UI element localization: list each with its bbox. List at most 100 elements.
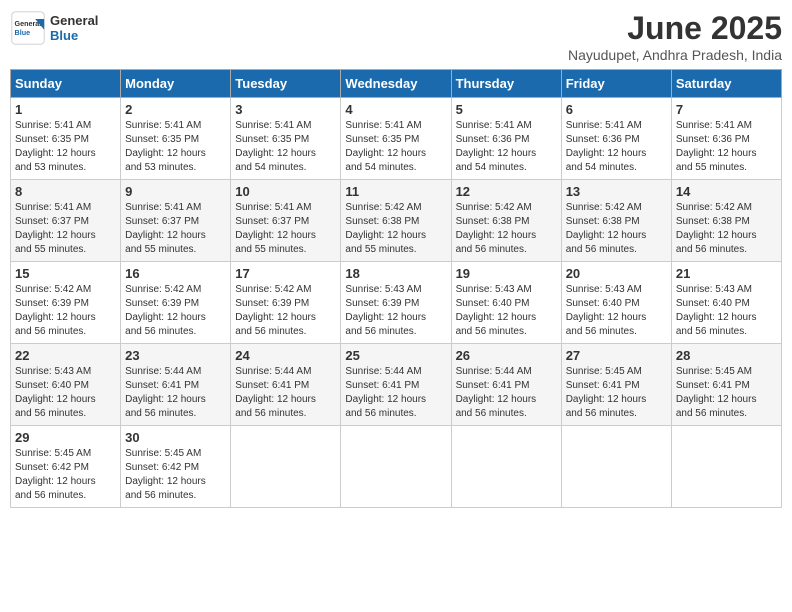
sub-title: Nayudupet, Andhra Pradesh, India [568,47,782,63]
day-number: 2 [125,102,226,117]
day-number: 21 [676,266,777,281]
day-number: 1 [15,102,116,117]
day-info: Sunrise: 5:43 AM Sunset: 6:40 PM Dayligh… [676,283,777,339]
logo-icon: General Blue [10,10,46,46]
calendar-cell: 8 Sunrise: 5:41 AM Sunset: 6:37 PM Daylig… [11,180,121,262]
day-info: Sunrise: 5:42 AM Sunset: 6:38 PM Dayligh… [676,201,777,257]
calendar-cell: 11 Sunrise: 5:42 AM Sunset: 6:38 PM Dayli… [341,180,451,262]
calendar-cell: 1 Sunrise: 5:41 AM Sunset: 6:35 PM Daylig… [11,98,121,180]
day-number: 14 [676,184,777,199]
day-header: Wednesday [341,70,451,98]
calendar-cell: 26 Sunrise: 5:44 AM Sunset: 6:41 PM Dayli… [451,344,561,426]
calendar-cell: 24Sunrise: 5:44 AM Sunset: 6:41 PM Dayli… [231,344,341,426]
calendar-cell: 18 Sunrise: 5:43 AM Sunset: 6:39 PM Dayli… [341,262,451,344]
day-number: 20 [566,266,667,281]
title-block: June 2025 Nayudupet, Andhra Pradesh, Ind… [568,10,782,63]
day-number: 29 [15,430,116,445]
day-header: Saturday [671,70,781,98]
calendar-cell: 30 Sunrise: 5:45 AM Sunset: 6:42 PM Dayli… [121,426,231,508]
day-header: Sunday [11,70,121,98]
day-header: Friday [561,70,671,98]
day-number: 17 [235,266,336,281]
day-number: 12 [456,184,557,199]
calendar-cell [671,426,781,508]
calendar-cell: 17 Sunrise: 5:42 AM Sunset: 6:39 PM Dayli… [231,262,341,344]
day-info: Sunrise: 5:45 AM Sunset: 6:42 PM Dayligh… [125,447,226,503]
calendar-cell [231,426,341,508]
day-number: 30 [125,430,226,445]
calendar-cell: 9 Sunrise: 5:41 AM Sunset: 6:37 PM Daylig… [121,180,231,262]
header: General Blue General Blue June 2025 Nayu… [10,10,782,63]
day-number: 4 [345,102,446,117]
day-info: Sunrise: 5:45 AM Sunset: 6:42 PM Dayligh… [15,447,116,503]
day-info: Sunrise: 5:43 AM Sunset: 6:40 PM Dayligh… [15,365,116,421]
day-info: Sunrise: 5:42 AM Sunset: 6:39 PM Dayligh… [15,283,116,339]
calendar-cell: 22 Sunrise: 5:43 AM Sunset: 6:40 PM Dayli… [11,344,121,426]
day-number: 3 [235,102,336,117]
day-info: Sunrise: 5:41 AM Sunset: 6:37 PM Dayligh… [125,201,226,257]
day-info: Sunrise: 5:44 AM Sunset: 6:41 PM Dayligh… [456,365,557,421]
day-info: Sunrise: 5:42 AM Sunset: 6:38 PM Dayligh… [456,201,557,257]
day-number: 9 [125,184,226,199]
calendar-cell: 5 Sunrise: 5:41 AM Sunset: 6:36 PM Daylig… [451,98,561,180]
day-info: Sunrise: 5:43 AM Sunset: 6:40 PM Dayligh… [456,283,557,339]
svg-text:Blue: Blue [15,28,31,37]
calendar-cell: 14 Sunrise: 5:42 AM Sunset: 6:38 PM Dayli… [671,180,781,262]
day-number: 13 [566,184,667,199]
day-info: Sunrise: 5:45 AM Sunset: 6:41 PM Dayligh… [566,365,667,421]
calendar-cell: 28 Sunrise: 5:45 AM Sunset: 6:41 PM Dayli… [671,344,781,426]
day-number: 22 [15,348,116,363]
calendar-cell: 20 Sunrise: 5:43 AM Sunset: 6:40 PM Dayli… [561,262,671,344]
day-number: 8 [15,184,116,199]
day-info: Sunrise: 5:41 AM Sunset: 6:37 PM Dayligh… [235,201,336,257]
day-info: Sunrise: 5:44 AM Sunset: 6:41 PM Dayligh… [125,365,226,421]
calendar-cell [561,426,671,508]
calendar-cell: 13 Sunrise: 5:42 AM Sunset: 6:38 PM Dayli… [561,180,671,262]
day-info: Sunrise: 5:41 AM Sunset: 6:36 PM Dayligh… [456,119,557,175]
day-number: 16 [125,266,226,281]
day-info: Sunrise: 5:41 AM Sunset: 6:35 PM Dayligh… [15,119,116,175]
day-info: Sunrise: 5:42 AM Sunset: 6:38 PM Dayligh… [566,201,667,257]
day-info: Sunrise: 5:41 AM Sunset: 6:36 PM Dayligh… [676,119,777,175]
main-title: June 2025 [568,10,782,47]
calendar-cell: 4Sunrise: 5:41 AM Sunset: 6:35 PM Daylig… [341,98,451,180]
day-info: Sunrise: 5:41 AM Sunset: 6:35 PM Dayligh… [235,119,336,175]
day-number: 18 [345,266,446,281]
day-info: Sunrise: 5:42 AM Sunset: 6:39 PM Dayligh… [125,283,226,339]
day-number: 19 [456,266,557,281]
day-info: Sunrise: 5:41 AM Sunset: 6:35 PM Dayligh… [125,119,226,175]
day-header: Thursday [451,70,561,98]
calendar-cell: 7Sunrise: 5:41 AM Sunset: 6:36 PM Daylig… [671,98,781,180]
day-info: Sunrise: 5:42 AM Sunset: 6:39 PM Dayligh… [235,283,336,339]
day-header: Tuesday [231,70,341,98]
day-number: 10 [235,184,336,199]
day-number: 28 [676,348,777,363]
calendar-cell: 16 Sunrise: 5:42 AM Sunset: 6:39 PM Dayli… [121,262,231,344]
day-info: Sunrise: 5:43 AM Sunset: 6:39 PM Dayligh… [345,283,446,339]
day-info: Sunrise: 5:42 AM Sunset: 6:38 PM Dayligh… [345,201,446,257]
day-number: 5 [456,102,557,117]
day-number: 15 [15,266,116,281]
calendar-cell: 12 Sunrise: 5:42 AM Sunset: 6:38 PM Dayli… [451,180,561,262]
calendar-cell: 3 Sunrise: 5:41 AM Sunset: 6:35 PM Daylig… [231,98,341,180]
calendar-cell: 27 Sunrise: 5:45 AM Sunset: 6:41 PM Dayli… [561,344,671,426]
calendar-cell: 15 Sunrise: 5:42 AM Sunset: 6:39 PM Dayli… [11,262,121,344]
logo-general-text: General [50,13,98,28]
day-info: Sunrise: 5:44 AM Sunset: 6:41 PM Dayligh… [345,365,446,421]
day-info: Sunrise: 5:44 AM Sunset: 6:41 PM Dayligh… [235,365,336,421]
calendar-cell: 21 Sunrise: 5:43 AM Sunset: 6:40 PM Dayli… [671,262,781,344]
logo: General Blue General Blue [10,10,98,46]
day-info: Sunrise: 5:45 AM Sunset: 6:41 PM Dayligh… [676,365,777,421]
calendar-cell: 19 Sunrise: 5:43 AM Sunset: 6:40 PM Dayli… [451,262,561,344]
day-number: 6 [566,102,667,117]
day-number: 23 [125,348,226,363]
calendar-cell: 25Sunrise: 5:44 AM Sunset: 6:41 PM Dayli… [341,344,451,426]
calendar-cell: 10 Sunrise: 5:41 AM Sunset: 6:37 PM Dayli… [231,180,341,262]
day-info: Sunrise: 5:41 AM Sunset: 6:37 PM Dayligh… [15,201,116,257]
day-header: Monday [121,70,231,98]
day-info: Sunrise: 5:43 AM Sunset: 6:40 PM Dayligh… [566,283,667,339]
day-number: 26 [456,348,557,363]
calendar-cell: 2 Sunrise: 5:41 AM Sunset: 6:35 PM Daylig… [121,98,231,180]
day-number: 11 [345,184,446,199]
day-number: 27 [566,348,667,363]
